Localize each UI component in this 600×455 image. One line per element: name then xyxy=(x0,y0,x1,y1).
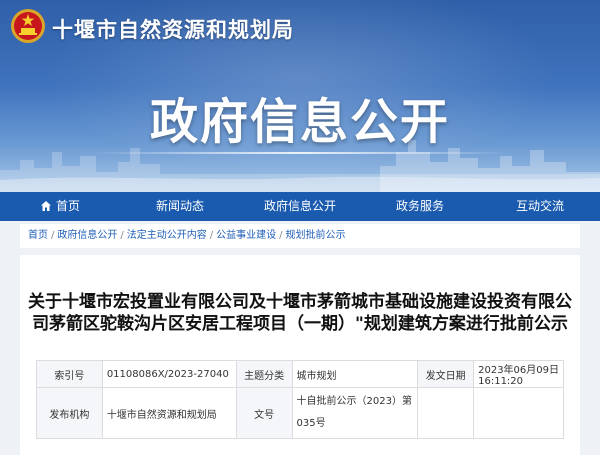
breadcrumb-planning-notice[interactable]: 规划批前公示 xyxy=(286,230,346,241)
meta-value-publisher: 十堰市自然资源和规划局 xyxy=(101,387,237,439)
site-name[interactable]: 十堰市自然资源和规划局 xyxy=(52,14,294,44)
table-row: 索引号 01108086X/2023-27040 主题分类 城市规划 发文日期 … xyxy=(36,360,564,388)
meta-value-topic: 城市规划 xyxy=(291,360,419,388)
header-banner: 十堰市自然资源和规划局 政府信息公开 xyxy=(0,0,600,192)
meta-value-index: 01108086X/2023-27040 xyxy=(101,360,237,388)
meta-value-doc-number: 十自批前公示（2023）第035号 xyxy=(291,387,419,439)
meta-empty-cell xyxy=(473,387,564,439)
nav-item-gov-info[interactable]: 政府信息公开 xyxy=(240,192,360,221)
article-meta-table: 索引号 01108086X/2023-27040 主题分类 城市规划 发文日期 … xyxy=(36,360,564,439)
breadcrumb-separator: / xyxy=(120,230,124,241)
breadcrumb-gov-info[interactable]: 政府信息公开 xyxy=(57,230,117,241)
banner-divider xyxy=(90,152,510,154)
nav-item-home[interactable]: 首页 xyxy=(0,192,120,221)
article-card: 关于十堰市宏投置业有限公司及十堰市茅箭城市基础设施建设投资有限公司茅箭区驼鞍沟片… xyxy=(20,255,580,455)
breadcrumb-separator: / xyxy=(51,230,55,241)
meta-label-doc-number: 文号 xyxy=(235,387,293,439)
nav-item-news[interactable]: 新闻动态 xyxy=(120,192,240,221)
meta-value-date: 2023年06月09日 16:11:20 xyxy=(473,360,564,388)
table-row: 发布机构 十堰市自然资源和规划局 文号 十自批前公示（2023）第035号 xyxy=(36,387,564,439)
meta-label-topic: 主题分类 xyxy=(235,360,293,388)
nav-item-services[interactable]: 政务服务 xyxy=(360,192,480,221)
breadcrumb-public-welfare[interactable]: 公益事业建设 xyxy=(216,230,276,241)
nav-item-interaction[interactable]: 互动交流 xyxy=(480,192,600,221)
banner-title: 政府信息公开 xyxy=(149,94,450,150)
nav-item-label: 首页 xyxy=(55,199,80,213)
breadcrumb-separator: / xyxy=(209,230,214,241)
breadcrumb-statutory[interactable]: 法定主动公开内容 xyxy=(127,230,207,241)
national-emblem-icon xyxy=(11,9,45,43)
meta-label-date: 发文日期 xyxy=(417,360,475,388)
article-title: 关于十堰市宏投置业有限公司及十堰市茅箭城市基础设施建设投资有限公司茅箭区驼鞍沟片… xyxy=(28,292,572,334)
breadcrumb-home[interactable]: 首页 xyxy=(28,230,48,241)
meta-label-index: 索引号 xyxy=(36,360,103,388)
main-nav: 首页 新闻动态 政府信息公开 政务服务 互动交流 xyxy=(0,192,600,221)
breadcrumb-separator: / xyxy=(279,230,283,241)
breadcrumb: 首页 / 政府信息公开 / 法定主动公开内容 / 公益事业建设 / 规划批前公示 xyxy=(20,224,580,248)
home-icon xyxy=(40,200,51,211)
meta-empty-cell xyxy=(417,387,475,439)
meta-label-publisher: 发布机构 xyxy=(36,387,103,439)
